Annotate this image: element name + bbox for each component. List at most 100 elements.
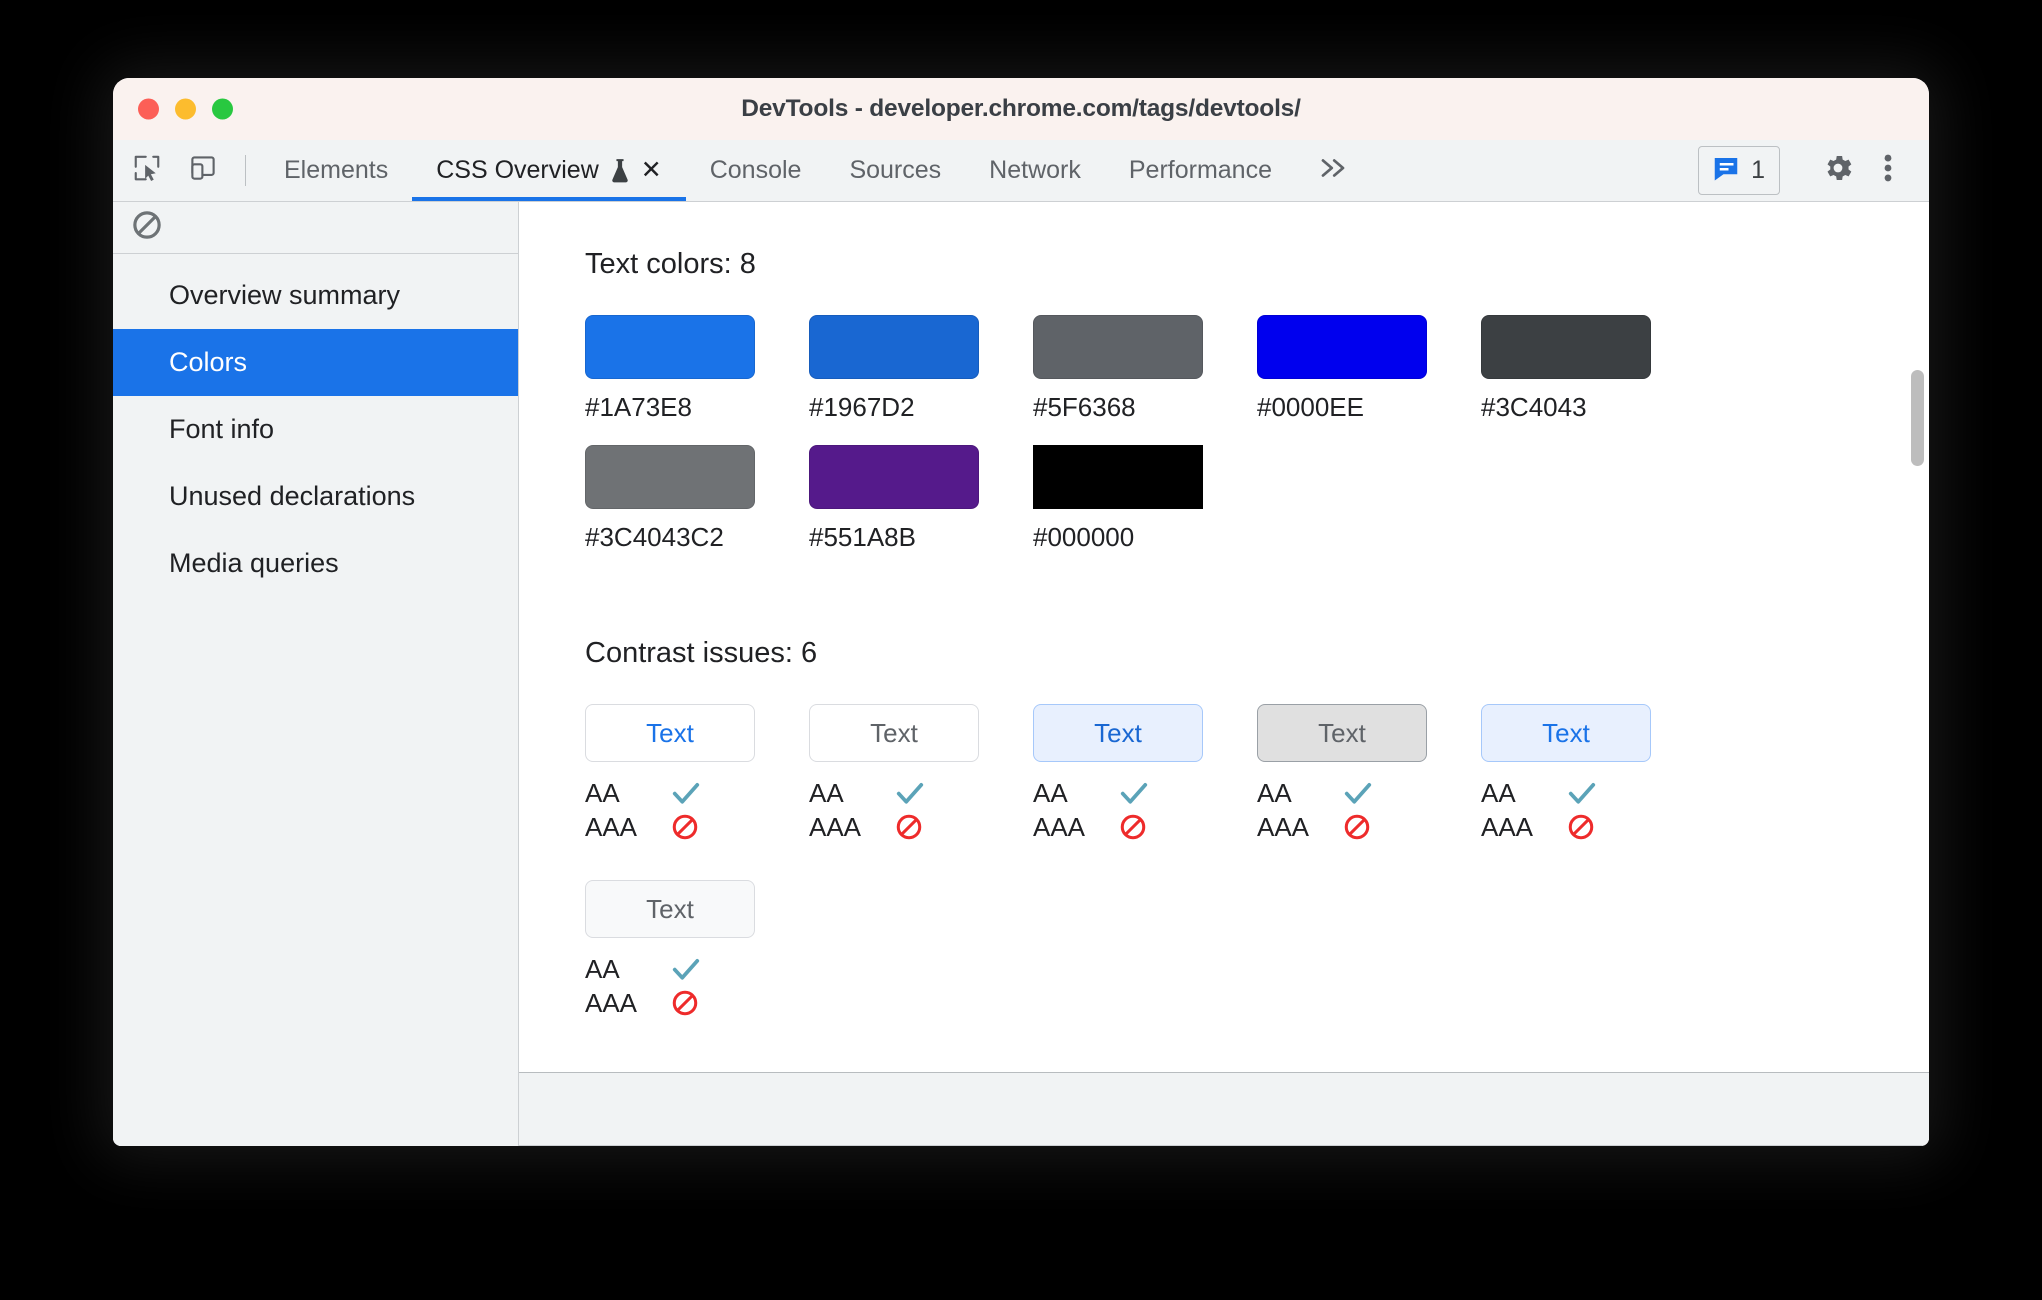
more-options-menu-button[interactable] bbox=[1863, 146, 1913, 196]
contrast-issues-grid: Text AA AAA Text AA AAA Text AA AAA Text AA AAA Text… bbox=[585, 704, 1929, 1020]
devtools-toolbar: Elements CSS Overview ✕ Console Sources … bbox=[113, 140, 1929, 202]
color-swatch-label: #3C4043C2 bbox=[585, 522, 724, 552]
sidebar-item-label: Unused declarations bbox=[169, 481, 416, 511]
color-swatch[interactable] bbox=[585, 445, 755, 509]
color-swatch[interactable] bbox=[809, 315, 979, 379]
settings-button[interactable] bbox=[1813, 146, 1863, 196]
tab-elements[interactable]: Elements bbox=[260, 140, 412, 201]
chevron-double-right-icon bbox=[1318, 155, 1348, 186]
color-swatch-label: #1967D2 bbox=[809, 392, 915, 422]
tab-label: Performance bbox=[1128, 156, 1272, 184]
sidebar-item-media-queries[interactable]: Media queries bbox=[113, 530, 518, 597]
more-tabs-button[interactable] bbox=[1296, 140, 1370, 201]
contrast-issue-card[interactable]: Text AA AAA bbox=[809, 704, 979, 844]
devtools-drawer bbox=[519, 1072, 1929, 1146]
color-swatch-label: #000000 bbox=[1033, 522, 1135, 552]
contrast-issue-card[interactable]: Text AA AAA bbox=[1033, 704, 1203, 844]
devtools-body: Overview summary Colors Font info Unused… bbox=[113, 202, 1929, 1146]
tab-label: Network bbox=[989, 156, 1081, 184]
sidebar-item-label: Font info bbox=[169, 414, 275, 444]
panel-tabs: Elements CSS Overview ✕ Console Sources … bbox=[260, 140, 1370, 201]
sidebar-item-font-info[interactable]: Font info bbox=[113, 396, 518, 463]
color-swatch[interactable] bbox=[585, 315, 755, 379]
inspect-element-button[interactable] bbox=[119, 140, 175, 201]
check-icon bbox=[1344, 783, 1372, 804]
sidebar-item-overview-summary[interactable]: Overview summary bbox=[113, 262, 518, 329]
contrast-level-label: AAA bbox=[1257, 811, 1310, 842]
check-icon bbox=[1343, 780, 1373, 806]
toggle-device-toolbar-button[interactable] bbox=[175, 140, 231, 201]
contrast-text-sample: Text bbox=[1257, 704, 1427, 762]
contrast-level-label: AA bbox=[1033, 777, 1068, 808]
css-overview-colors-panel: Text colors: 8 #1A73E8 #1967D2 #5F6368 #000… bbox=[519, 202, 1929, 1072]
no-entry-icon bbox=[1343, 813, 1371, 841]
contrast-level-row-aa: AA bbox=[585, 776, 755, 810]
maximize-window-button[interactable] bbox=[212, 98, 233, 120]
three-dot-menu-icon bbox=[1883, 151, 1893, 190]
no-entry-icon bbox=[895, 813, 923, 841]
tab-css-overview[interactable]: CSS Overview ✕ bbox=[412, 140, 686, 201]
tab-console[interactable]: Console bbox=[686, 140, 826, 201]
color-swatch[interactable] bbox=[1481, 315, 1651, 379]
color-swatch[interactable] bbox=[1257, 315, 1427, 379]
issues-count: 1 bbox=[1751, 156, 1765, 184]
issues-button[interactable]: 1 bbox=[1698, 146, 1780, 195]
contrast-issues-heading: Contrast issues: 6 bbox=[585, 637, 818, 669]
minimize-window-button[interactable] bbox=[175, 98, 196, 120]
tab-performance[interactable]: Performance bbox=[1105, 140, 1296, 201]
contrast-level-row-aaa: AAA bbox=[585, 810, 755, 844]
no-entry-icon bbox=[1567, 813, 1595, 841]
tab-sources[interactable]: Sources bbox=[825, 140, 965, 201]
clear-overview-button[interactable] bbox=[127, 208, 167, 248]
close-window-button[interactable] bbox=[138, 98, 159, 120]
contrast-issue-card[interactable]: Text AA AAA bbox=[1481, 704, 1651, 844]
contrast-text-sample: Text bbox=[1481, 704, 1651, 762]
contrast-level-label: AAA bbox=[585, 811, 638, 842]
toolbar-right-actions: 1 bbox=[1698, 140, 1929, 201]
sidebar-item-unused-declarations[interactable]: Unused declarations bbox=[113, 463, 518, 530]
tab-network[interactable]: Network bbox=[965, 140, 1105, 201]
check-icon bbox=[1567, 780, 1597, 806]
check-icon bbox=[1119, 780, 1149, 806]
color-swatch-cell: #000000 bbox=[1033, 445, 1203, 553]
experiment-flask-icon bbox=[609, 158, 631, 184]
sidebar-item-colors[interactable]: Colors bbox=[113, 329, 518, 396]
contrast-issue-card[interactable]: Text AA AAA bbox=[585, 880, 755, 1020]
contrast-level-label: AAA bbox=[1481, 811, 1534, 842]
contrast-issue-card[interactable]: Text AA AAA bbox=[1257, 704, 1427, 844]
contrast-level-label: AA bbox=[585, 777, 620, 808]
check-icon bbox=[672, 783, 700, 804]
text-colors-heading: Text colors: 8 bbox=[585, 248, 756, 280]
contrast-issue-card[interactable]: Text AA AAA bbox=[585, 704, 755, 844]
tab-label: Sources bbox=[849, 156, 942, 184]
tab-label: Console bbox=[709, 156, 802, 184]
color-swatch[interactable] bbox=[809, 445, 979, 509]
contrast-level-row-aa: AA bbox=[1481, 776, 1651, 810]
check-icon bbox=[671, 780, 701, 806]
color-swatch-cell: #3C4043 bbox=[1481, 315, 1651, 423]
contrast-levels: AA AAA bbox=[1257, 776, 1427, 844]
color-swatch[interactable] bbox=[1033, 445, 1203, 509]
contrast-levels: AA AAA bbox=[585, 952, 755, 1020]
tab-label: Elements bbox=[284, 156, 389, 184]
check-icon bbox=[1568, 783, 1596, 804]
color-swatch[interactable] bbox=[1033, 315, 1203, 379]
contrast-text-sample: Text bbox=[809, 704, 979, 762]
device-toolbar-icon bbox=[188, 153, 218, 188]
devtools-window: DevTools - developer.chrome.com/tags/dev… bbox=[113, 78, 1929, 1146]
gear-icon bbox=[1821, 151, 1855, 190]
contrast-text-sample: Text bbox=[585, 880, 755, 938]
no-entry-icon bbox=[1119, 813, 1147, 841]
color-swatch-label: #551A8B bbox=[809, 522, 916, 552]
close-tab-icon[interactable]: ✕ bbox=[641, 158, 662, 183]
contrast-levels: AA AAA bbox=[1033, 776, 1203, 844]
color-swatch-cell: #5F6368 bbox=[1033, 315, 1203, 423]
no-entry-icon bbox=[1568, 814, 1594, 840]
contrast-level-row-aa: AA bbox=[1033, 776, 1203, 810]
no-entry-icon bbox=[671, 989, 699, 1017]
no-entry-icon bbox=[896, 814, 922, 840]
color-swatch-cell: #3C4043C2 bbox=[585, 445, 755, 553]
check-icon bbox=[896, 783, 924, 804]
contrast-level-row-aa: AA bbox=[809, 776, 979, 810]
sidebar-item-label: Media queries bbox=[169, 548, 339, 578]
